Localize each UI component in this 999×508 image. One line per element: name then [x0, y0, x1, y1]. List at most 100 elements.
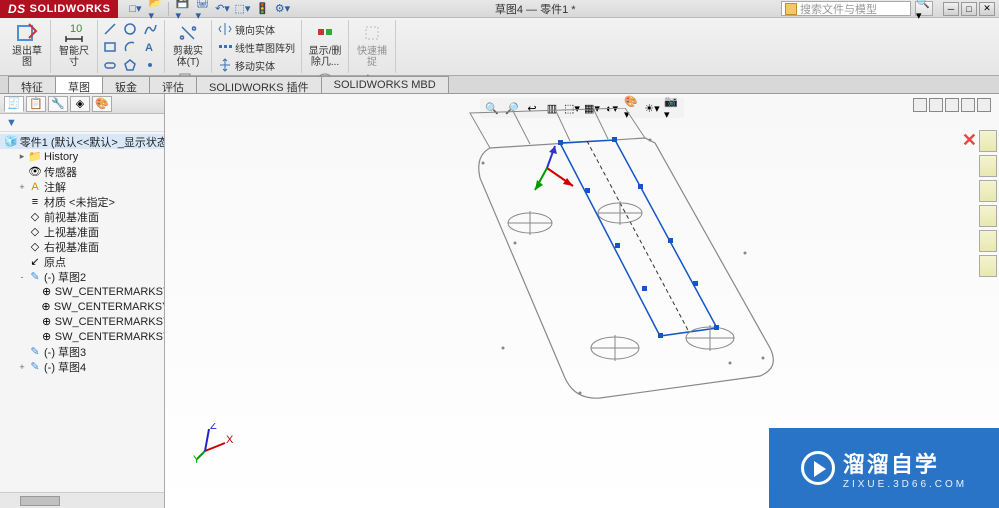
single-view-icon[interactable]: [913, 98, 927, 112]
point-tool-icon[interactable]: [142, 58, 158, 72]
circle-tool-icon[interactable]: [122, 22, 138, 36]
plane-icon: ◇: [28, 240, 42, 254]
tree-node-centermark[interactable]: ⊕SW_CENTERMARKSYM: [0, 329, 164, 344]
sketch-tools-grid: A: [102, 20, 160, 74]
expander-icon[interactable]: +: [16, 182, 28, 192]
four-view-icon[interactable]: [945, 98, 959, 112]
tab-features[interactable]: 特征: [8, 76, 56, 93]
graphics-viewport[interactable]: 🔍 🔎 ↩ ▥ ⬚▾ ▦▾ ◐▾ 🎨▾ ☀▾ 📷▾ ✕: [165, 94, 999, 508]
folder-icon: [785, 3, 797, 15]
taskpane-custom-props-icon[interactable]: [979, 255, 997, 277]
close-view-icon[interactable]: [977, 98, 991, 112]
plane-icon: ◇: [28, 225, 42, 239]
tab-evaluate[interactable]: 评估: [149, 76, 197, 93]
titlebar: DS SOLIDWORKS □▾ 📂▾ 💾▾ 🖨▾ ↶▾ ⬚▾ 🚦 ⚙▾ 草图4…: [0, 0, 999, 18]
fm-tab-display-icon[interactable]: ◈: [70, 96, 90, 112]
exit-sketch-button[interactable]: 退出草图: [8, 20, 46, 69]
print-icon[interactable]: 🖨▾: [195, 2, 209, 16]
linear-pattern-button[interactable]: 线性草图阵列: [216, 38, 297, 56]
taskpane-view-palette-icon[interactable]: [979, 205, 997, 227]
annotation-icon: A: [28, 180, 42, 194]
spline-tool-icon[interactable]: [142, 22, 158, 36]
sidebar-hscroll[interactable]: [0, 492, 164, 508]
fm-tab-tree-icon[interactable]: 🧾: [4, 96, 24, 112]
rapid-snap-button[interactable]: 快速捕捉: [353, 20, 391, 69]
orientation-triad[interactable]: X Y Z: [193, 423, 233, 463]
centermark-icon: ⊕: [41, 285, 53, 299]
tree-node-centermark[interactable]: ⊕SW_CENTERMARKSYM: [0, 314, 164, 329]
tree-node-front-plane[interactable]: ◇前视基准面: [0, 209, 164, 224]
minimize-button[interactable]: ─: [943, 2, 959, 16]
app-logo: DS SOLIDWORKS: [0, 0, 118, 18]
fm-tab-property-icon[interactable]: 🔧: [48, 96, 68, 112]
sensor-icon: 👁: [28, 165, 42, 179]
link-views-icon[interactable]: [961, 98, 975, 112]
slot-tool-icon[interactable]: [102, 58, 118, 72]
tab-sw-mbd[interactable]: SOLIDWORKS MBD: [321, 76, 449, 93]
taskpane-appearances-icon[interactable]: [979, 230, 997, 252]
part-icon: 🧊: [4, 135, 18, 149]
polygon-tool-icon[interactable]: [122, 58, 138, 72]
expander-icon[interactable]: +: [16, 362, 28, 372]
new-file-icon[interactable]: □▾: [128, 2, 142, 16]
tab-sheetmetal[interactable]: 钣金: [102, 76, 150, 93]
close-button[interactable]: ✕: [979, 2, 995, 16]
maximize-button[interactable]: □: [961, 2, 977, 16]
tree-node-right-plane[interactable]: ◇右视基准面: [0, 239, 164, 254]
tree-node-sketch4[interactable]: +✎(-) 草图4: [0, 359, 164, 374]
tree-node-annotations[interactable]: +A注解: [0, 179, 164, 194]
options-icon[interactable]: ⚙▾: [275, 2, 289, 16]
feature-manager-panel: 🧾 📋 🔧 ◈ 🎨 ▼ 🧊 零件1 (默认<<默认>_显示状态 ▸📁Histor…: [0, 94, 165, 508]
tree-node-history[interactable]: ▸📁History: [0, 149, 164, 164]
undo-icon[interactable]: ↶▾: [215, 2, 229, 16]
centermark-icon: ⊕: [41, 315, 53, 329]
tree-node-sensors[interactable]: 👁传感器: [0, 164, 164, 179]
search-input[interactable]: 搜索文件与模型: [781, 1, 911, 16]
tree-root[interactable]: 🧊 零件1 (默认<<默认>_显示状态: [0, 134, 164, 149]
material-icon: ≡: [28, 195, 42, 209]
two-view-icon[interactable]: [929, 98, 943, 112]
svg-text:Z: Z: [210, 423, 217, 432]
close-sketch-icon[interactable]: ✕: [962, 130, 977, 151]
trim-entities-button[interactable]: 剪裁实体(T): [169, 20, 207, 69]
smart-dimension-button[interactable]: 10 智能尺寸: [55, 20, 93, 69]
text-tool-icon[interactable]: A: [142, 40, 158, 54]
taskpane-design-library-icon[interactable]: [979, 155, 997, 177]
tab-sw-addins[interactable]: SOLIDWORKS 插件: [196, 76, 322, 93]
sketch-icon: ✎: [28, 345, 42, 359]
task-pane: [979, 130, 997, 277]
display-delete-button[interactable]: 显示/删除几...: [306, 20, 344, 69]
expander-icon[interactable]: ▸: [16, 151, 28, 162]
tree-node-origin[interactable]: ↙原点: [0, 254, 164, 269]
tree-node-material[interactable]: ≡材质 <未指定>: [0, 194, 164, 209]
open-file-icon[interactable]: 📂▾: [148, 2, 162, 16]
ribbon: 退出草图 10 智能尺寸 A 剪裁实体(T) 转换实体引用: [0, 18, 999, 76]
sketch-geometry: [315, 108, 835, 458]
tree-node-sketch3[interactable]: ✎(-) 草图3: [0, 344, 164, 359]
document-title: 草图4 — 零件1 *: [289, 1, 781, 17]
taskpane-resources-icon[interactable]: [979, 130, 997, 152]
fm-tab-appearance-icon[interactable]: 🎨: [92, 96, 112, 112]
fm-filter[interactable]: ▼: [0, 114, 164, 132]
tree-node-centermark[interactable]: ⊕SW_CENTERMARKSYM: [0, 284, 164, 299]
taskpane-file-explorer-icon[interactable]: [979, 180, 997, 202]
fm-tab-config-icon[interactable]: 📋: [26, 96, 46, 112]
move-entities-button[interactable]: 移动实体: [216, 56, 297, 74]
line-tool-icon[interactable]: [102, 22, 118, 36]
mirror-entities-button[interactable]: 镜向实体: [216, 20, 297, 38]
expander-icon[interactable]: -: [16, 272, 28, 282]
tab-sketch[interactable]: 草图: [55, 76, 103, 93]
tree-node-top-plane[interactable]: ◇上视基准面: [0, 224, 164, 239]
tree-node-centermark[interactable]: ⊕SW_CENTERMARKSYM2: [0, 299, 164, 314]
feature-manager-tabs: 特征 草图 钣金 评估 SOLIDWORKS 插件 SOLIDWORKS MBD: [0, 76, 999, 94]
rebuild-icon[interactable]: 🚦: [255, 2, 269, 16]
arc-tool-icon[interactable]: [122, 40, 138, 54]
svg-text:Y: Y: [193, 454, 201, 463]
tree-node-sketch2[interactable]: -✎(-) 草图2: [0, 269, 164, 284]
rectangle-tool-icon[interactable]: [102, 40, 118, 54]
plane-icon: ◇: [28, 210, 42, 224]
select-icon[interactable]: ⬚▾: [235, 2, 249, 16]
svg-text:10: 10: [70, 23, 82, 35]
save-icon[interactable]: 💾▾: [175, 2, 189, 16]
search-button[interactable]: 🔍▾: [915, 1, 933, 16]
